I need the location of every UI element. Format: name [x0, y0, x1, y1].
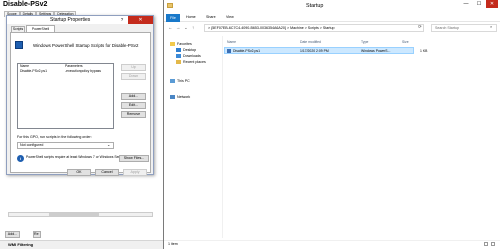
- nav-network[interactable]: Network: [170, 95, 191, 100]
- details-view-icon[interactable]: [484, 242, 488, 246]
- apply-button[interactable]: Apply: [123, 169, 147, 176]
- address-bar[interactable]: > {5EF07EB-6C7C4-4090-B653-0036354A6A20}…: [204, 24, 424, 32]
- edit-script-button[interactable]: Edit...: [121, 102, 146, 109]
- column-header-name[interactable]: Name: [20, 64, 29, 68]
- explorer-title: Startup: [306, 3, 324, 9]
- remove-script-button[interactable]: Remove: [121, 111, 146, 118]
- downloads-icon: [176, 54, 181, 59]
- column-header-date[interactable]: Date modified: [300, 40, 321, 44]
- horizontal-scrollbar[interactable]: [8, 212, 153, 217]
- file-type: Windows PowerS...: [361, 49, 391, 53]
- nav-label: Favorites: [177, 42, 192, 46]
- cancel-button[interactable]: Cancel: [95, 169, 119, 176]
- show-files-button[interactable]: Show Files...: [119, 155, 149, 162]
- status-bar: [164, 240, 500, 249]
- refresh-icon[interactable]: ⟳: [418, 24, 422, 30]
- forward-icon[interactable]: →: [176, 25, 180, 30]
- close-window-button[interactable]: ✕: [486, 0, 498, 8]
- powershell-icon: [15, 41, 23, 49]
- close-button[interactable]: ✕: [128, 16, 153, 24]
- tab-share[interactable]: Share: [206, 15, 216, 19]
- nav-desktop[interactable]: Desktop: [176, 48, 197, 53]
- script-name-cell[interactable]: Disable-PSv2.ps1: [20, 69, 47, 73]
- nav-label: Network: [177, 95, 191, 99]
- chevron-down-icon[interactable]: ⌄: [107, 142, 110, 147]
- maximize-button[interactable]: ☐: [473, 0, 485, 8]
- wmi-filtering-label: WMI Filtering: [8, 242, 34, 247]
- star-icon: [170, 42, 175, 47]
- gpo-title: Disable-PSv2: [3, 1, 48, 8]
- up-icon[interactable]: ↑: [192, 25, 194, 30]
- column-header-size[interactable]: Size: [402, 40, 409, 44]
- add-button[interactable]: Add...: [5, 231, 20, 238]
- file-size: 1 KB: [420, 49, 428, 53]
- file-date: 1/17/2020 2:09 PM: [300, 49, 329, 53]
- tab-home[interactable]: Home: [186, 15, 196, 19]
- dialog-title: Startup Properties: [50, 17, 91, 23]
- info-icon: i: [17, 155, 24, 162]
- minimize-button[interactable]: —: [460, 0, 472, 8]
- ok-button[interactable]: OK: [67, 169, 91, 176]
- search-icon: ⌕: [490, 24, 493, 29]
- explorer-titlebar[interactable]: [164, 0, 500, 14]
- file-name[interactable]: Disable-PSv2.ps1: [233, 49, 260, 53]
- recent-locations-icon[interactable]: ⌄: [184, 25, 188, 31]
- search-input[interactable]: Search Startup: [431, 24, 497, 32]
- nav-label: Desktop: [183, 48, 197, 52]
- tab-view[interactable]: View: [226, 15, 234, 19]
- nav-label: Downloads: [183, 54, 201, 58]
- explorer-window: Startup — ☐ ✕ File Home Share View ← → ⌄…: [163, 0, 500, 249]
- nav-this-pc[interactable]: This PC: [170, 79, 190, 84]
- down-button[interactable]: Down: [121, 73, 146, 80]
- column-header-name[interactable]: Name: [227, 40, 236, 44]
- column-header-parameters[interactable]: Parameters: [65, 64, 83, 68]
- tab-file[interactable]: File: [166, 14, 180, 22]
- nav-favorites[interactable]: Favorites: [170, 42, 192, 47]
- script-params-cell[interactable]: -executionpolicy bypass: [65, 69, 111, 73]
- nav-downloads[interactable]: Downloads: [176, 54, 201, 59]
- add-script-button[interactable]: Add...: [121, 93, 146, 100]
- help-button[interactable]: ?: [118, 17, 126, 23]
- pane-divider[interactable]: [222, 36, 223, 238]
- order-label: For this GPO, run scripts in the followi…: [17, 135, 92, 139]
- order-select[interactable]: Not configured: [17, 142, 114, 149]
- nav-label: This PC: [177, 79, 190, 83]
- startup-properties-dialog: Startup Properties ? ✕ Scripts PowerShel…: [6, 15, 154, 176]
- tab-powershell-scripts[interactable]: PowerShell Scripts: [26, 25, 55, 37]
- folder-icon: [167, 3, 173, 8]
- recent-places-icon: [176, 60, 181, 65]
- desktop-icon: [176, 48, 181, 53]
- powershell-heading: Windows PowerShell Startup Scripts for D…: [33, 43, 139, 48]
- scrollbar-thumb[interactable]: [49, 213, 99, 216]
- status-text: 1 item: [168, 242, 178, 246]
- back-icon[interactable]: ←: [168, 25, 172, 30]
- network-icon: [170, 95, 175, 100]
- remove-button-partial[interactable]: Re: [33, 231, 41, 238]
- up-button[interactable]: Up: [121, 64, 146, 71]
- ps1-file-icon: [227, 49, 231, 53]
- computer-icon: [170, 79, 175, 84]
- nav-recent-places[interactable]: Recent places: [176, 60, 206, 65]
- nav-label: Recent places: [183, 60, 206, 64]
- large-icons-view-icon[interactable]: [491, 242, 495, 246]
- column-header-type[interactable]: Type: [361, 40, 368, 44]
